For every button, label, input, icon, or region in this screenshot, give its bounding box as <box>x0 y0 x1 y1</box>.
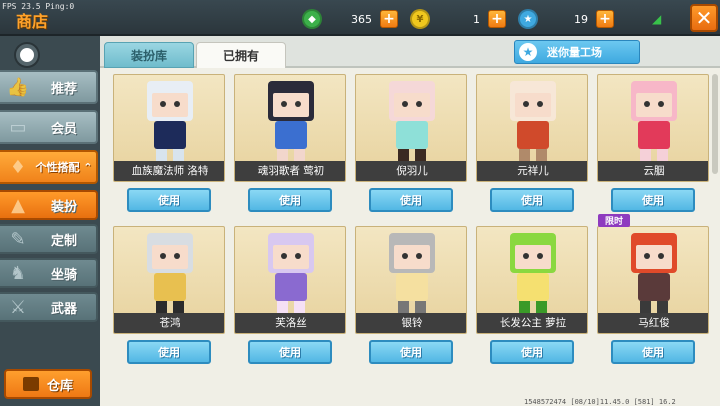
sidebar-item-vip[interactable]: ▭ 会员 <box>0 110 98 144</box>
dress-up-icon: ♦ <box>9 156 27 178</box>
sidebar-item-custom[interactable]: ✎ 定制 <box>0 224 98 254</box>
tab-bar: 装扮库 已拥有 ★ 迷你量工场 <box>100 36 720 68</box>
close-button[interactable]: ✕ <box>690 4 718 32</box>
wifi-signal-icon: ◢ <box>652 12 662 26</box>
mount-icon: ♞ <box>9 262 27 284</box>
mini-workshop-button[interactable]: ★ 迷你量工场 <box>514 40 640 64</box>
currency-blue-coin: ★ 19 + <box>518 9 614 29</box>
custom-icon: ✎ <box>10 228 26 250</box>
sidebar-item-label: 会员 <box>50 121 77 137</box>
sidebar: 👍 推荐 ▭ 会员 ♦ 个性搭配 ⌃ ▲ 装扮 ✎ 定制 ♞ 坐骑 ⚔ 武器 仓… <box>0 36 100 406</box>
chevron-up-icon: ⌃ <box>79 161 93 174</box>
workshop-label: 迷你量工场 <box>547 46 602 59</box>
skin-preview-image <box>114 227 224 313</box>
skin-preview-image <box>477 75 587 161</box>
skin-name: 马红俊 <box>598 313 708 333</box>
limited-time-badge: 限时 <box>598 214 630 227</box>
currency-value: 1 <box>473 12 480 26</box>
sidebar-item-label: 坐骑 <box>50 267 77 283</box>
skin-card[interactable]: 血族魔法师 洛特 <box>113 74 225 182</box>
sidebar-item-mount[interactable]: ♞ 坐骑 <box>0 258 98 288</box>
currency-green-gem: ◆ 365 + <box>302 9 398 29</box>
tab-costume-library[interactable]: 装扮库 <box>104 42 194 68</box>
currency-value: 365 <box>351 12 372 26</box>
green-gem-icon: ◆ <box>302 9 322 29</box>
use-button[interactable]: 使用 <box>611 188 695 212</box>
gold-coin-icon: ¥ <box>410 9 430 29</box>
sidebar-item-outfit-mix[interactable]: ♦ 个性搭配 ⌃ <box>0 150 98 184</box>
thumbs-up-icon: 👍 <box>6 76 30 98</box>
skin-preview-image <box>477 227 587 313</box>
skin-card[interactable]: 芙洛丝 <box>234 226 346 334</box>
tab-owned[interactable]: 已拥有 <box>196 42 286 68</box>
skin-name: 长发公主 萝拉 <box>477 313 587 333</box>
vip-card-icon: ▭ <box>9 116 27 138</box>
build-info: 1548572474 [08/10]11.45.0 [581] 16.2 <box>524 398 676 406</box>
skin-name: 倪羽儿 <box>356 161 466 181</box>
use-button[interactable]: 使用 <box>248 340 332 364</box>
skin-card[interactable]: 云胭 <box>597 74 709 182</box>
use-button[interactable]: 使用 <box>127 340 211 364</box>
skin-name: 芙洛丝 <box>235 313 345 333</box>
add-green-gem-button[interactable]: + <box>380 10 398 28</box>
use-button[interactable]: 使用 <box>611 340 695 364</box>
use-button[interactable]: 使用 <box>369 340 453 364</box>
star-icon: ★ <box>519 43 537 61</box>
skin-name: 元祥儿 <box>477 161 587 181</box>
skin-card[interactable]: 长发公主 萝拉 <box>476 226 588 334</box>
warehouse-label: 仓库 <box>46 378 73 394</box>
costume-icon: ▲ <box>11 194 25 216</box>
skin-name: 银铃 <box>356 313 466 333</box>
sidebar-item-label: 定制 <box>50 233 77 249</box>
scrollbar[interactable] <box>712 74 718 174</box>
avatar[interactable] <box>16 44 38 66</box>
gun-icon: ⚔ <box>9 296 27 318</box>
page-title: 商店 <box>16 12 49 31</box>
warehouse-icon <box>22 377 39 391</box>
use-button[interactable]: 使用 <box>369 188 453 212</box>
top-bar: FPS 23.5 Ping:0 商店 ◆ 365 + ¥ 1 + ★ 19 + … <box>0 0 720 36</box>
skin-preview-image <box>356 75 466 161</box>
warehouse-button[interactable]: 仓库 <box>4 369 92 399</box>
sidebar-item-label: 装扮 <box>50 199 77 215</box>
skin-preview-image <box>235 227 345 313</box>
skin-name: 血族魔法师 洛特 <box>114 161 224 181</box>
skin-card[interactable]: 魂羽歌者 莺初 <box>234 74 346 182</box>
skin-card[interactable]: 苍鸿 <box>113 226 225 334</box>
use-button[interactable]: 使用 <box>490 188 574 212</box>
currency-gold-coin: ¥ 1 + <box>410 9 506 29</box>
skin-card[interactable]: 银铃 <box>355 226 467 334</box>
skin-preview-image <box>235 75 345 161</box>
skin-card[interactable]: 元祥儿 <box>476 74 588 182</box>
use-button[interactable]: 使用 <box>127 188 211 212</box>
skin-grid: 血族魔法师 洛特 使用 魂羽歌者 莺初 使用 倪羽儿 使用 元祥儿 使用 云胭 使用 苍鸿 使用 芙洛丝… <box>100 70 720 406</box>
skin-preview-image <box>598 227 708 313</box>
sidebar-item-label: 武器 <box>50 301 77 317</box>
skin-card[interactable]: 倪羽儿 <box>355 74 467 182</box>
sidebar-item-recommend[interactable]: 👍 推荐 <box>0 70 98 104</box>
skin-name: 苍鸿 <box>114 313 224 333</box>
currency-value: 19 <box>574 12 588 26</box>
sidebar-item-label: 个性搭配 ⌃ <box>35 161 93 174</box>
main-content: 装扮库 已拥有 ★ 迷你量工场 血族魔法师 洛特使用 魂羽歌者 莺初使用 倪羽儿使用… <box>100 36 720 406</box>
skin-card[interactable]: 马红俊 <box>597 226 709 334</box>
skin-preview-image <box>598 75 708 161</box>
skin-name: 云胭 <box>598 161 708 181</box>
skin-preview-image <box>356 227 466 313</box>
add-blue-coin-button[interactable]: + <box>596 10 614 28</box>
sidebar-item-costume[interactable]: ▲ 装扮 <box>0 190 98 220</box>
use-button[interactable]: 使用 <box>490 340 574 364</box>
skin-name: 魂羽歌者 莺初 <box>235 161 345 181</box>
skin-preview-image <box>114 75 224 161</box>
use-button[interactable]: 使用 <box>248 188 332 212</box>
add-gold-coin-button[interactable]: + <box>488 10 506 28</box>
blue-star-coin-icon: ★ <box>518 9 538 29</box>
sidebar-item-weapon[interactable]: ⚔ 武器 <box>0 292 98 322</box>
close-icon: ✕ <box>695 6 713 30</box>
sidebar-item-label: 推荐 <box>50 81 77 97</box>
